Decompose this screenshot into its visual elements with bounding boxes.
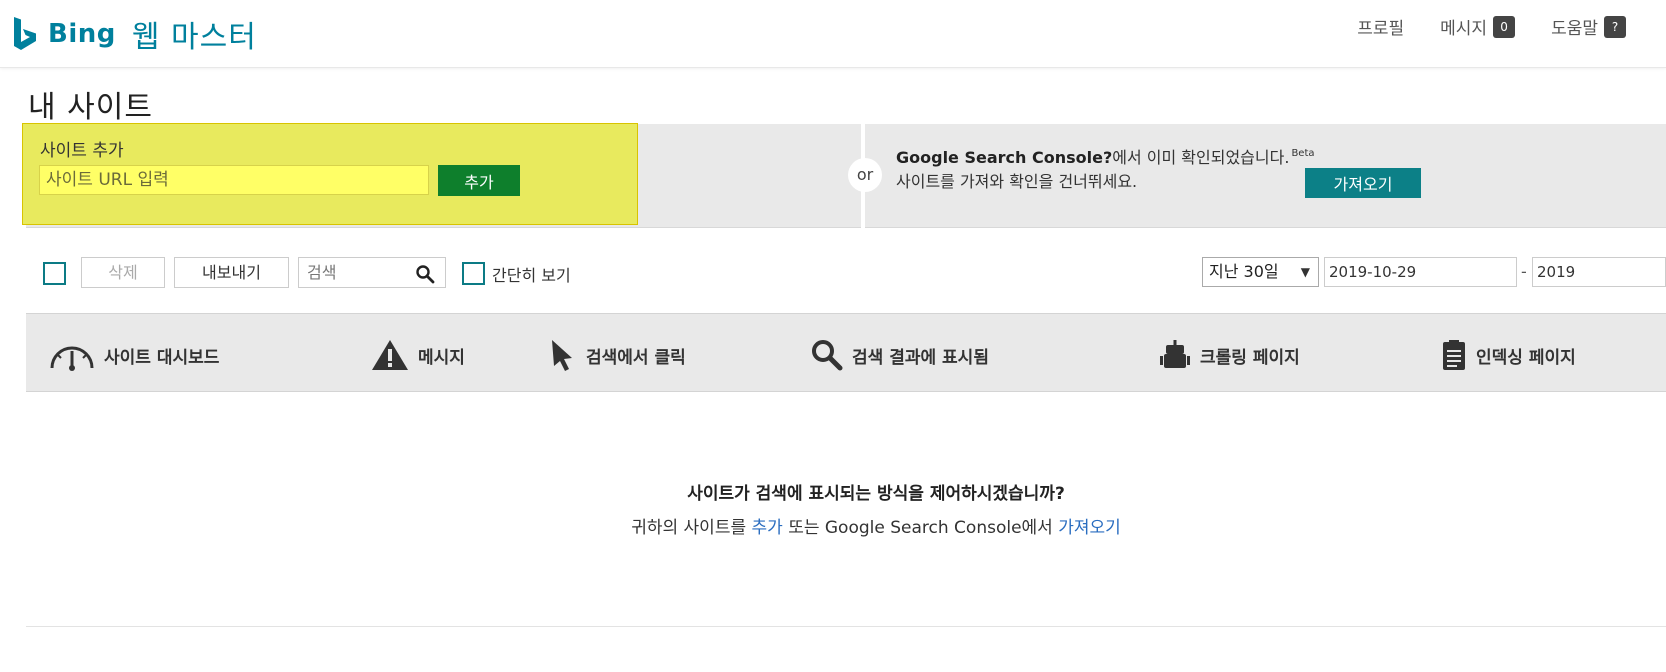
gsc-title-rest: 에서 이미 확인되었습니다. (1112, 148, 1290, 167)
site-url-input[interactable] (39, 165, 429, 195)
add-site-label: 사이트 추가 (40, 141, 124, 161)
date-from-input[interactable]: 2019-10-29 (1324, 257, 1517, 287)
search-icon (812, 340, 843, 371)
tab-search-appearance[interactable]: 검색 결과에 표시됨 (810, 338, 989, 372)
page-title: 내 사이트 (28, 90, 153, 125)
empty-state-prefix: 귀하의 사이트를 (631, 518, 752, 538)
date-range-value: 지난 30일 (1209, 262, 1279, 281)
tab-label: 검색 결과에 표시됨 (852, 347, 989, 368)
nav-help[interactable]: 도움말 ? (1551, 14, 1626, 39)
cursor-icon (552, 340, 572, 371)
content-divider (26, 626, 1666, 627)
gsc-import-text: Google Search Console?에서 이미 확인되었습니다. Beta… (896, 146, 1315, 194)
or-separator: or (848, 158, 882, 192)
nav-profile[interactable]: 프로필 (1357, 14, 1404, 39)
nav-messages-label: 메시지 (1440, 19, 1488, 39)
tab-label: 검색에서 클릭 (586, 347, 686, 368)
compact-view-label: 간단히 보기 (492, 266, 571, 285)
select-all-checkbox[interactable] (43, 262, 66, 285)
delete-button[interactable]: 삭제 (81, 257, 165, 288)
empty-state-middle: 또는 Google Search Console에서 (782, 518, 1059, 538)
add-site-link[interactable]: 추가 (752, 518, 783, 538)
search-icon[interactable] (415, 264, 435, 284)
gsc-line-1: Google Search Console?에서 이미 확인되었습니다. Beta (896, 146, 1315, 170)
tab-label: 크롤링 페이지 (1200, 347, 1300, 368)
chevron-down-icon: ▼ (1300, 265, 1310, 279)
beta-tag: Beta (1291, 148, 1315, 159)
clipboard-icon (1443, 340, 1465, 370)
tab-site-dashboard[interactable]: 사이트 대시보드 (48, 338, 219, 372)
gsc-title: Google Search Console? (896, 148, 1113, 167)
bing-webmaster-logo[interactable]: Bing 웹 마스터 (12, 14, 257, 55)
empty-state-title: 사이트가 검색에 표시되는 방식을 제어하시겠습니까? (687, 484, 1065, 504)
nav-help-label: 도움말 (1551, 19, 1598, 39)
tab-messages[interactable]: 메시지 (370, 338, 465, 372)
tab-clicks-from-search[interactable]: 검색에서 클릭 (550, 338, 686, 372)
bing-logo-icon (14, 17, 36, 50)
add-site-button[interactable]: 추가 (438, 165, 520, 196)
warning-icon (372, 340, 408, 370)
help-badge: ? (1604, 15, 1626, 38)
tab-label: 메시지 (418, 347, 465, 368)
tab-indexed-pages[interactable]: 인덱싱 페이지 (1440, 338, 1576, 372)
tab-crawled-pages[interactable]: 크롤링 페이지 (1158, 338, 1300, 372)
site-search-box (298, 257, 446, 288)
top-nav: 프로필 메시지 0 도움말 ? (1321, 14, 1626, 39)
date-to-input[interactable]: 2019 (1532, 257, 1666, 287)
gsc-line-2: 사이트를 가져와 확인을 건너뛰세요. (896, 172, 1138, 191)
site-search-input[interactable] (299, 258, 417, 287)
nav-messages[interactable]: 메시지 0 (1440, 14, 1516, 39)
tab-label: 인덱싱 페이지 (1476, 347, 1576, 368)
import-link[interactable]: 가져오기 (1058, 518, 1121, 538)
date-separator: - (1521, 262, 1527, 281)
tab-label: 사이트 대시보드 (104, 347, 220, 368)
gauge-icon (50, 346, 94, 371)
empty-state-message: 귀하의 사이트를 추가 또는 Google Search Console에서 가… (0, 513, 1666, 538)
messages-count-badge: 0 (1493, 15, 1516, 38)
date-range-select[interactable]: 지난 30일 ▼ (1202, 257, 1319, 287)
gsc-import-button[interactable]: 가져오기 (1305, 168, 1421, 198)
compact-view-checkbox[interactable] (462, 262, 485, 285)
product-name: 웹 마스터 (131, 20, 257, 55)
brand-name: Bing (48, 19, 116, 49)
export-button[interactable]: 내보내기 (174, 257, 289, 288)
robot-icon (1160, 340, 1190, 368)
top-header: Bing 웹 마스터 프로필 메시지 0 도움말 ? (0, 0, 1666, 68)
